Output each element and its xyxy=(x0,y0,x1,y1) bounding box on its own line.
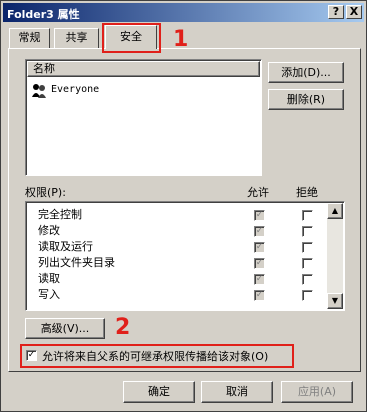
allow-checkbox[interactable]: ✓ xyxy=(254,274,265,285)
list-item[interactable]: Everyone xyxy=(31,83,251,99)
close-icon: X xyxy=(349,5,359,18)
deny-checkbox[interactable] xyxy=(302,290,313,301)
permission-name: 写入 xyxy=(38,288,60,301)
allow-checkbox[interactable]: ✓ xyxy=(254,258,265,269)
add-button-label: 添加(D)... xyxy=(281,66,331,79)
scroll-up-icon[interactable]: ▲ xyxy=(327,203,343,219)
inherit-checkbox[interactable]: ✓ xyxy=(26,350,37,361)
ok-button[interactable]: 确定 xyxy=(123,381,195,403)
allow-header: 允许 xyxy=(247,186,269,199)
allow-checkbox[interactable]: ✓ xyxy=(254,226,265,237)
users-group-icon xyxy=(31,83,47,99)
deny-checkbox[interactable] xyxy=(302,274,313,285)
annotation-label-2: 2 xyxy=(115,315,131,340)
deny-checkbox[interactable] xyxy=(302,226,313,237)
permissions-label: 权限(P): xyxy=(25,186,66,199)
permission-row: 读取及运行 xyxy=(38,239,93,254)
apply-button-label: 应用(A) xyxy=(297,385,337,398)
permission-row: 列出文件夹目录 xyxy=(38,255,115,270)
tab-general-label: 常规 xyxy=(18,31,41,44)
cancel-button[interactable]: 取消 xyxy=(201,381,273,403)
permissions-list[interactable]: 完全控制 修改 读取及运行 列出文件夹目录 读取 写入 ✓ ✓ ✓ ✓ ✓ ✓ … xyxy=(25,201,345,311)
tab-general[interactable]: 常规 xyxy=(9,28,50,48)
remove-button[interactable]: 删除(R) xyxy=(268,89,344,110)
permission-name: 读取 xyxy=(38,272,60,285)
window-title: Folder3 属性 xyxy=(7,8,80,21)
permission-row: 写入 xyxy=(38,287,60,302)
inherit-label[interactable]: 允许将来自父系的可继承权限传播给该对象(O) xyxy=(42,348,290,364)
annotation-box-1 xyxy=(102,23,161,53)
permission-name: 完全控制 xyxy=(38,208,82,221)
permission-name: 读取及运行 xyxy=(38,240,93,253)
deny-checkbox[interactable] xyxy=(302,258,313,269)
close-button[interactable]: X xyxy=(346,5,362,19)
allow-checkbox[interactable]: ✓ xyxy=(254,210,265,221)
apply-button[interactable]: 应用(A) xyxy=(281,381,353,403)
deny-checkbox[interactable] xyxy=(302,210,313,221)
users-list[interactable]: 名称 Everyone xyxy=(25,59,262,176)
permission-row: 修改 xyxy=(38,223,60,238)
scrollbar[interactable]: ▲ ▼ xyxy=(327,203,343,309)
remove-button-label: 删除(R) xyxy=(286,93,326,106)
users-list-header[interactable]: 名称 xyxy=(27,61,260,77)
scroll-down-icon[interactable]: ▼ xyxy=(327,293,343,309)
allow-checkbox[interactable]: ✓ xyxy=(254,242,265,253)
user-name: Everyone xyxy=(51,84,100,95)
advanced-button[interactable]: 高级(V)... xyxy=(25,318,105,339)
ok-button-label: 确定 xyxy=(148,385,170,398)
permission-row: 读取 xyxy=(38,271,60,286)
permission-name: 列出文件夹目录 xyxy=(38,256,115,269)
deny-header: 拒绝 xyxy=(296,186,318,199)
permission-name: 修改 xyxy=(38,224,60,237)
advanced-button-label: 高级(V)... xyxy=(40,322,90,335)
properties-dialog: Folder3 属性 ? X 常规 共享 安全 1 名称 Everyone 添加… xyxy=(0,0,367,412)
title-bar: Folder3 属性 ? X xyxy=(3,3,364,22)
help-button[interactable]: ? xyxy=(328,5,344,19)
add-button[interactable]: 添加(D)... xyxy=(268,62,344,83)
help-icon: ? xyxy=(332,5,340,18)
deny-checkbox[interactable] xyxy=(302,242,313,253)
tab-sharing[interactable]: 共享 xyxy=(54,28,99,48)
users-header-label: 名称 xyxy=(33,62,55,75)
allow-checkbox[interactable]: ✓ xyxy=(254,290,265,301)
tab-sharing-label: 共享 xyxy=(65,31,88,44)
cancel-button-label: 取消 xyxy=(226,385,248,398)
permission-row: 完全控制 xyxy=(38,207,82,222)
